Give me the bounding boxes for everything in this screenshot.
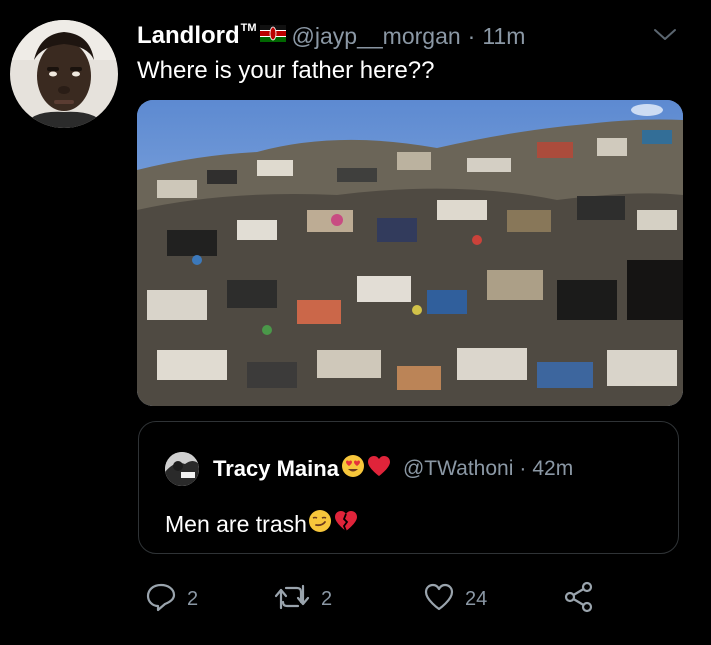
like-action[interactable]: 24 bbox=[423, 582, 487, 616]
quoted-tweet-text-row: Men are trash bbox=[165, 509, 358, 539]
quoted-timestamp[interactable]: 42m bbox=[532, 457, 573, 481]
timestamp[interactable]: 11m bbox=[482, 23, 525, 50]
tweet-text: Where is your father here?? bbox=[137, 57, 435, 84]
broken-heart-emoji bbox=[334, 510, 358, 538]
retweet-action[interactable]: 2 bbox=[273, 582, 332, 616]
tweet[interactable]: Landlord TM @jayp__morgan · 11m Where is… bbox=[0, 0, 711, 645]
tweet-header: Landlord TM @jayp__morgan · 11m bbox=[137, 20, 525, 52]
reply-action[interactable]: 2 bbox=[145, 582, 198, 616]
reply-icon[interactable] bbox=[145, 582, 177, 617]
avatar-photo bbox=[10, 20, 118, 128]
like-count: 24 bbox=[465, 587, 488, 610]
trademark-mark: TM bbox=[240, 22, 257, 34]
quoted-tweet-header: Tracy Maina @TWathoni · 42m bbox=[213, 454, 573, 483]
reply-count: 2 bbox=[187, 587, 199, 610]
quoted-tweet-text: Men are trash bbox=[165, 510, 307, 537]
red-heart-emoji bbox=[367, 455, 391, 482]
quoted-separator: · bbox=[519, 456, 527, 480]
quoted-handle[interactable]: @TWathoni bbox=[403, 457, 513, 481]
quoted-avatar-photo bbox=[165, 452, 199, 486]
kenya-flag-icon bbox=[259, 25, 286, 47]
quoted-tweet[interactable]: Tracy Maina @TWathoni · 42m Men are tras… bbox=[138, 421, 679, 554]
quoted-display-name[interactable]: Tracy Maina bbox=[213, 456, 339, 482]
smirk-emoji bbox=[308, 509, 332, 539]
landfill-photo bbox=[137, 100, 683, 406]
heart-eyes-emoji bbox=[341, 454, 365, 483]
heart-icon[interactable] bbox=[423, 582, 455, 617]
display-name[interactable]: Landlord bbox=[137, 22, 240, 50]
handle[interactable]: @jayp__morgan bbox=[292, 23, 461, 50]
quoted-avatar[interactable] bbox=[165, 452, 199, 486]
tweet-media-image[interactable] bbox=[137, 100, 683, 406]
avatar[interactable] bbox=[10, 20, 118, 128]
share-action[interactable] bbox=[563, 581, 595, 618]
retweet-icon[interactable] bbox=[273, 582, 311, 617]
share-icon[interactable] bbox=[563, 581, 595, 618]
separator: · bbox=[467, 22, 476, 49]
retweet-count: 2 bbox=[321, 587, 333, 610]
chevron-down-icon[interactable] bbox=[650, 25, 680, 45]
